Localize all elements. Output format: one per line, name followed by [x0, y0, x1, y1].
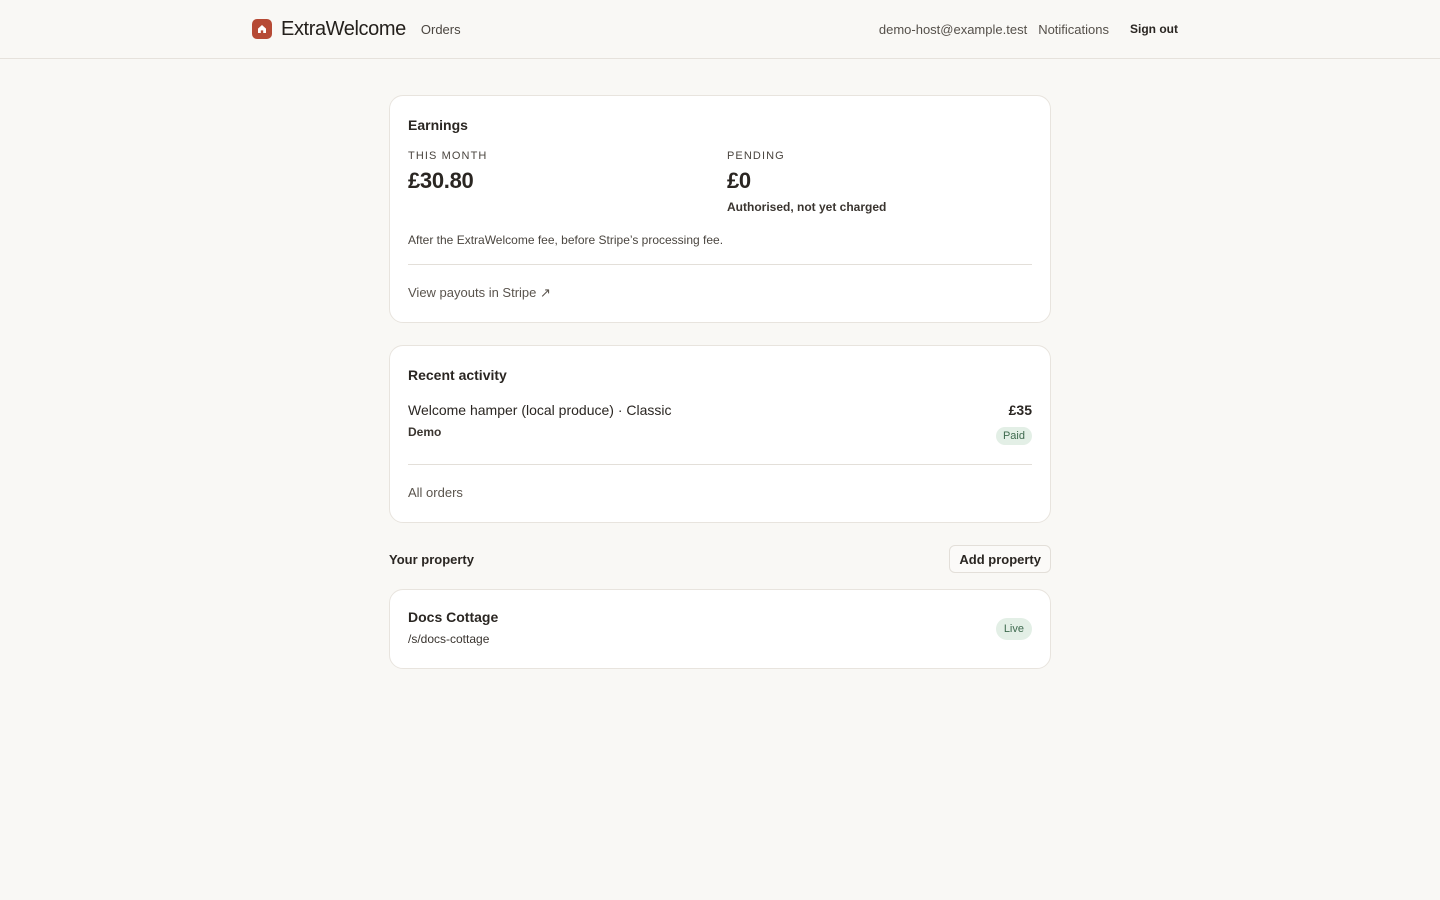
recent-activity-title: Recent activity [408, 367, 507, 383]
earnings-card: Earnings THIS MONTH £30.80 PENDING £0 Au… [389, 95, 1051, 323]
order-amount: £35 [1008, 402, 1032, 418]
status-badge: Paid [995, 427, 1032, 445]
pending-label: PENDING [727, 150, 785, 162]
this-month-value: £30.80 [408, 168, 474, 193]
pending-stat: PENDING £0 Authorised, not yet charged [727, 150, 886, 214]
this-month-stat: THIS MONTH £30.80 [408, 150, 487, 194]
this-month-label: THIS MONTH [408, 150, 488, 162]
activity-divider [408, 464, 1032, 465]
earnings-divider [408, 264, 1032, 265]
brand-name: ExtraWelcome [281, 17, 406, 40]
status-badge: Live [995, 618, 1032, 640]
order-subtitle: Demo [408, 425, 442, 439]
property-name: Docs Cottage [408, 609, 499, 625]
nav-notifications-link[interactable]: Notifications [1038, 22, 1109, 37]
user-email: demo-host@example.test [878, 21, 1028, 37]
pending-note: Authorised, not yet charged [727, 200, 887, 214]
recent-activity-card: Recent activity Welcome hamper (local pr… [389, 345, 1051, 523]
top-navigation: ExtraWelcome Orders demo-host@example.te… [0, 0, 1440, 59]
sign-out-button[interactable]: Sign out [1130, 22, 1178, 36]
brand-link[interactable]: ExtraWelcome [252, 18, 406, 41]
top-navigation-inner: ExtraWelcome Orders demo-host@example.te… [252, 0, 1178, 58]
main-content: Earnings THIS MONTH £30.80 PENDING £0 Au… [389, 95, 1051, 669]
property-path: /s/docs-cottage [408, 632, 490, 646]
view-payouts-link[interactable]: View payouts in Stripe ↗ [408, 285, 551, 301]
property-card[interactable]: Docs Cottage /s/docs-cottage Live [389, 589, 1051, 669]
property-section-header: Your property Add property [389, 545, 1051, 574]
property-section-title: Your property [389, 552, 474, 567]
order-title: Welcome hamper (local produce) · Classic [408, 402, 672, 418]
add-property-button[interactable]: Add property [949, 545, 1051, 573]
all-orders-link[interactable]: All orders [408, 485, 463, 500]
earnings-title: Earnings [408, 117, 468, 133]
nav-orders-link[interactable]: Orders [421, 22, 461, 37]
fee-note: After the ExtraWelcome fee, before Strip… [408, 233, 724, 247]
pending-value: £0 [727, 168, 751, 193]
house-icon [252, 19, 272, 39]
